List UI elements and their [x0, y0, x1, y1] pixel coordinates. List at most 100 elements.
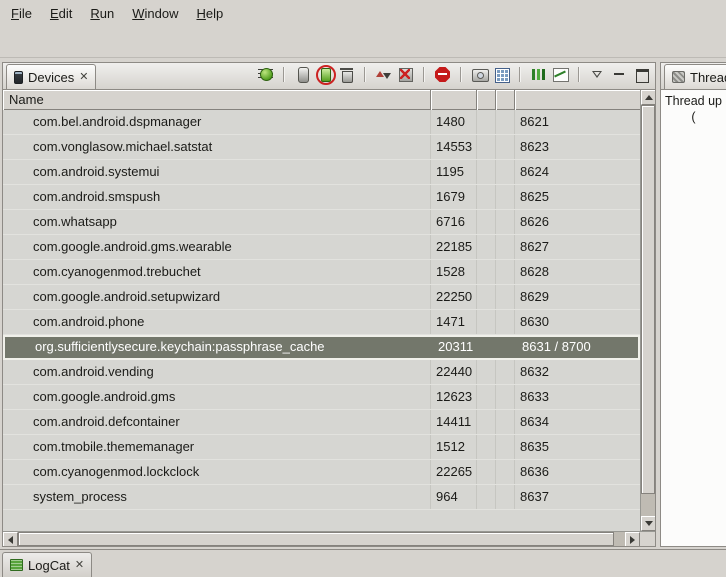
table-cell-g1 — [477, 160, 496, 184]
logcat-tab-label: LogCat — [28, 558, 70, 573]
table-row[interactable]: com.whatsapp67168626 — [3, 210, 640, 235]
table-cell-name: com.cyanogenmod.trebuchet — [3, 260, 431, 284]
table-cell-g2 — [496, 360, 515, 384]
view-hierarchy-icon[interactable] — [492, 65, 511, 83]
devices-panel: Devices ✕ — [2, 62, 656, 547]
table-row[interactable]: org.sufficientlysecure.keychain:passphra… — [3, 335, 640, 360]
table-cell-g2 — [496, 260, 515, 284]
table-row[interactable]: com.google.android.gms126238633 — [3, 385, 640, 410]
scroll-right-icon[interactable] — [625, 532, 640, 546]
system-info-icon[interactable] — [529, 65, 548, 83]
table-cell-pid: 1512 — [431, 435, 477, 459]
column-header-pid[interactable] — [431, 90, 477, 110]
table-cell-name: com.tmobile.thememanager — [3, 435, 431, 459]
cause-gc-icon[interactable] — [337, 65, 356, 83]
debug-icon[interactable] — [256, 65, 275, 83]
table-cell-port: 8635 — [515, 435, 640, 459]
close-icon[interactable]: ✕ — [75, 560, 84, 571]
table-cell-g2 — [496, 235, 515, 259]
table-cell-pid: 1679 — [431, 185, 477, 209]
table-cell-name: com.google.android.setupwizard — [3, 285, 431, 309]
view-menu-icon[interactable] — [588, 65, 607, 83]
table-cell-port: 8632 — [515, 360, 640, 384]
table-cell-g2 — [496, 135, 515, 159]
horizontal-scroll-thumb[interactable] — [18, 532, 614, 546]
table-row[interactable]: com.vonglasow.michael.satstat145538623 — [3, 135, 640, 160]
table-cell-g2 — [496, 160, 515, 184]
vertical-scrollbar[interactable] — [640, 90, 655, 531]
table-header: Name — [3, 90, 640, 110]
table-row[interactable]: com.cyanogenmod.lockclock222658636 — [3, 460, 640, 485]
vertical-scroll-track[interactable] — [641, 105, 655, 516]
table-cell-name: com.google.android.gms — [3, 385, 431, 409]
menu-help[interactable]: Help — [187, 2, 232, 25]
table-row[interactable]: com.google.android.gms.wearable221858627 — [3, 235, 640, 260]
close-icon[interactable]: ✕ — [79, 72, 88, 83]
scroll-down-icon[interactable] — [641, 516, 655, 531]
table-row[interactable]: com.cyanogenmod.trebuchet15288628 — [3, 260, 640, 285]
table-row[interactable]: com.android.vending224408632 — [3, 360, 640, 385]
stop-process-icon[interactable] — [433, 65, 452, 83]
table-cell-port: 8625 — [515, 185, 640, 209]
method-profiling-icon[interactable] — [396, 65, 415, 83]
logcat-bar: LogCat ✕ — [0, 549, 726, 577]
allocation-tracker-icon[interactable] — [551, 65, 570, 83]
devices-tab-label: Devices — [28, 70, 74, 85]
table-cell-g1 — [479, 337, 498, 358]
table-cell-port: 8626 — [515, 210, 640, 234]
update-heap-icon[interactable] — [293, 65, 312, 83]
table-cell-g1 — [477, 385, 496, 409]
minimize-icon[interactable] — [610, 65, 629, 83]
table-cell-g1 — [477, 360, 496, 384]
dump-hprof-icon[interactable] — [315, 65, 334, 83]
scroll-up-icon[interactable] — [641, 90, 655, 105]
horizontal-scrollbar[interactable] — [3, 532, 640, 546]
table-row[interactable]: com.google.android.setupwizard222508629 — [3, 285, 640, 310]
column-header-g1[interactable] — [477, 90, 496, 110]
table-cell-g2 — [496, 485, 515, 509]
table-cell-g1 — [477, 210, 496, 234]
column-header-port[interactable] — [515, 90, 640, 110]
vertical-scroll-thumb[interactable] — [641, 105, 655, 494]
table-row[interactable]: com.android.defcontainer144118634 — [3, 410, 640, 435]
column-header-g2[interactable] — [496, 90, 515, 110]
table-cell-g1 — [477, 485, 496, 509]
table-row[interactable]: system_process9648637 — [3, 485, 640, 510]
table-row[interactable]: com.bel.android.dspmanager14808621 — [3, 110, 640, 135]
tab-threads[interactable]: Threads — [664, 64, 726, 89]
maximize-icon[interactable] — [632, 65, 651, 83]
menu-window[interactable]: Window — [123, 2, 187, 25]
toolbar-separator — [283, 67, 285, 82]
threads-icon — [672, 71, 685, 83]
devices-panel-body: Name com.bel.android.dspmanager14808621c… — [3, 90, 655, 546]
table-cell-port: 8629 — [515, 285, 640, 309]
horizontal-scroll-track[interactable] — [18, 532, 625, 546]
update-threads-icon[interactable] — [374, 65, 393, 83]
column-header-name[interactable]: Name — [3, 90, 431, 110]
table-cell-pid: 14553 — [431, 135, 477, 159]
table-row[interactable]: com.android.smspush1679 8625 — [3, 185, 640, 210]
menu-file[interactable]: File — [2, 2, 41, 25]
screen-capture-icon[interactable] — [470, 65, 489, 83]
table-cell-port: 8636 — [515, 460, 640, 484]
threads-tab-label: Threads — [690, 70, 726, 85]
table-row[interactable]: com.tmobile.thememanager1512 8635 — [3, 435, 640, 460]
table-cell-g1 — [477, 310, 496, 334]
tab-logcat[interactable]: LogCat ✕ — [2, 552, 92, 577]
table-cell-g1 — [477, 285, 496, 309]
table-cell-name: com.android.smspush — [3, 185, 431, 209]
menu-run[interactable]: Run — [81, 2, 123, 25]
table-row[interactable]: com.android.systemui11958624 — [3, 160, 640, 185]
table-cell-pid: 1195 — [431, 160, 477, 184]
empty-toolbar — [0, 26, 726, 58]
tab-devices[interactable]: Devices ✕ — [6, 64, 96, 89]
scroll-left-icon[interactable] — [3, 532, 18, 546]
table-cell-name: com.android.defcontainer — [3, 410, 431, 434]
menu-edit[interactable]: Edit — [41, 2, 81, 25]
table-row[interactable]: com.android.phone14718630 — [3, 310, 640, 335]
table-cell-g2 — [496, 460, 515, 484]
table-cell-g1 — [477, 135, 496, 159]
table-cell-port: 8633 — [515, 385, 640, 409]
toolbar-separator — [423, 67, 425, 82]
table-cell-g2 — [496, 385, 515, 409]
